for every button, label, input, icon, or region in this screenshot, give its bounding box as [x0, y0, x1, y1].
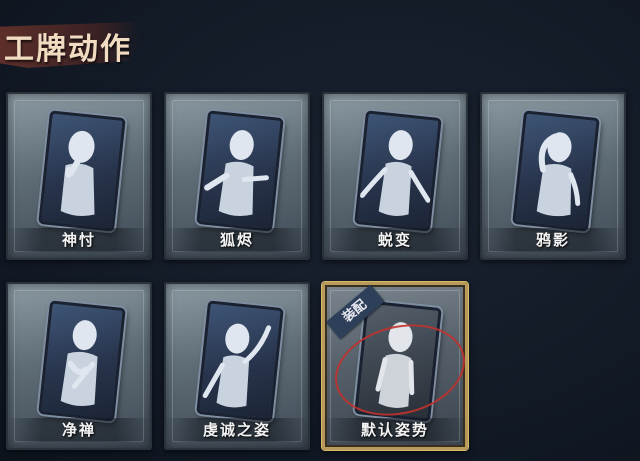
card-shenfu[interactable]: 神忖	[6, 92, 152, 260]
silhouette-icon	[60, 320, 98, 407]
card-moren[interactable]: 装配 默认姿势	[322, 282, 475, 450]
silhouette-icon	[359, 130, 431, 216]
card-huwen[interactable]: 狐烬	[164, 92, 310, 260]
card-jingchan[interactable]: 净禅	[6, 282, 152, 450]
page-title: 工牌动作	[4, 32, 132, 67]
silhouette-icon	[536, 132, 581, 217]
card-label: 虔诚之姿	[164, 418, 310, 442]
silhouette-icon	[202, 323, 272, 408]
pose-portrait	[354, 110, 442, 232]
silhouette-icon	[204, 130, 269, 217]
card-label: 蜕变	[322, 228, 468, 252]
card-label: 狐烬	[164, 228, 310, 252]
section-header: 工牌动作	[0, 14, 150, 74]
silhouette-icon	[60, 130, 95, 217]
pose-portrait	[38, 300, 126, 422]
card-qiancheng[interactable]: 虔诚之姿	[164, 282, 310, 450]
card-label: 神忖	[6, 228, 152, 252]
pose-portrait	[196, 300, 284, 422]
pose-portrait	[512, 110, 600, 232]
card-label: 默认姿势	[322, 418, 468, 442]
card-yaying[interactable]: 鸦影	[480, 92, 626, 260]
pose-portrait	[38, 110, 126, 232]
card-label: 鸦影	[480, 228, 626, 252]
pose-portrait	[196, 110, 284, 232]
card-label: 净禅	[6, 418, 152, 442]
card-tuibian[interactable]: 蜕变	[322, 92, 468, 260]
